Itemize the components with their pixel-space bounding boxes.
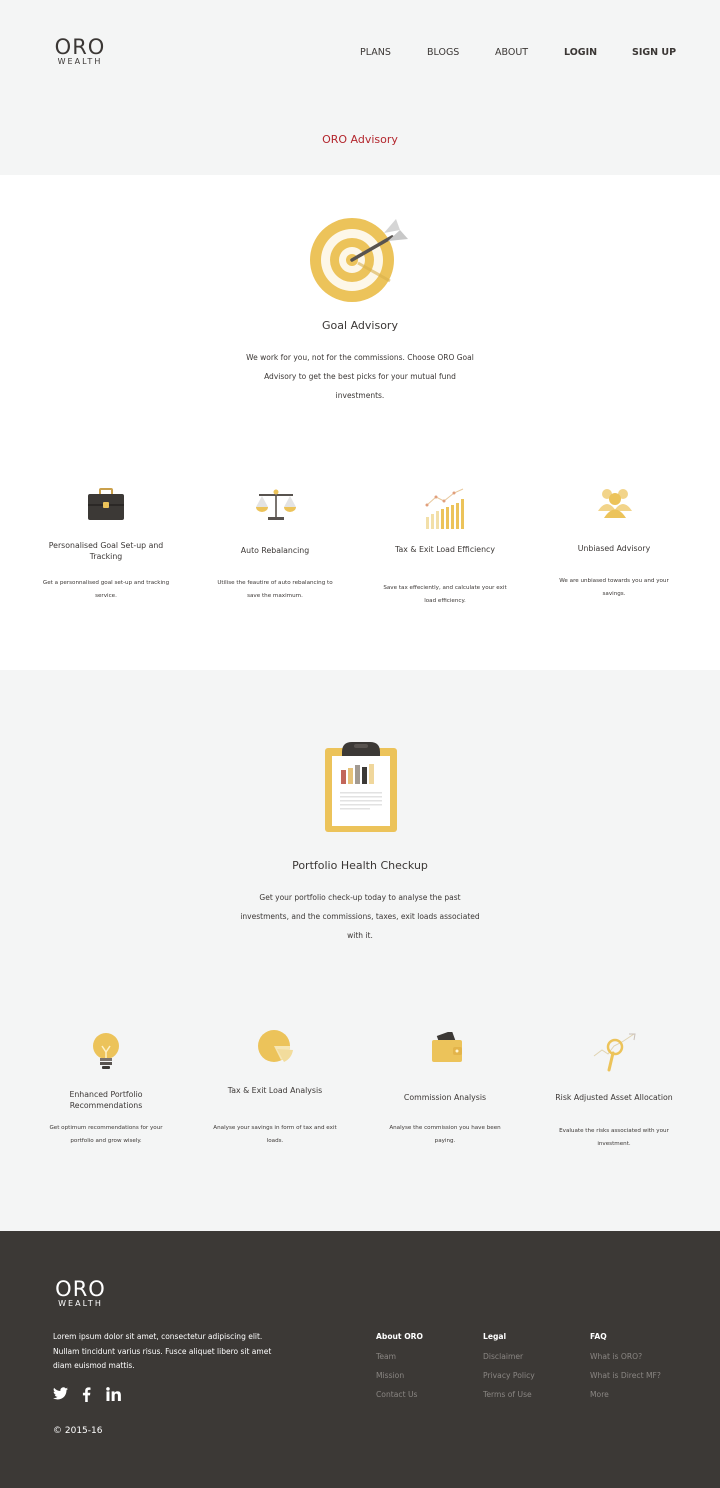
nav-plans[interactable]: PLANS bbox=[360, 47, 391, 58]
footer-logo-wordmark: ORO bbox=[55, 1277, 106, 1301]
wallet-icon bbox=[432, 1032, 462, 1062]
feature-rebalancing-title: Auto Rebalancing bbox=[240, 546, 310, 555]
logo[interactable]: ORO WEALTH bbox=[50, 35, 110, 67]
feature-tax-analysis-desc: Analyse your savings in form of tax and … bbox=[213, 1125, 337, 1144]
feature-commission-desc: Analyse the commission you have been pay… bbox=[389, 1125, 501, 1144]
footer-link-contact[interactable]: Contact Us bbox=[376, 1390, 417, 1399]
people-icon bbox=[598, 489, 632, 518]
target-icon bbox=[310, 218, 408, 302]
portfolio-description: Get your portfolio check-up today to ana… bbox=[240, 893, 480, 940]
footer-link-team[interactable]: Team bbox=[376, 1352, 396, 1361]
feature-tax-efficiency-desc: Save tax effeciently, and calculate your… bbox=[383, 585, 507, 604]
nav-login[interactable]: LOGIN bbox=[564, 47, 597, 58]
nav-signup[interactable]: SIGN UP bbox=[632, 47, 676, 58]
header: ORO WEALTH PLANS BLOGS ABOUT LOGIN SIGN … bbox=[0, 0, 720, 175]
feature-tax-analysis-title: Tax & Exit Load Analysis bbox=[227, 1086, 323, 1095]
footer-link-what-is-oro[interactable]: What is ORO? bbox=[590, 1352, 642, 1361]
lightbulb-icon bbox=[93, 1033, 119, 1069]
footer-link-more[interactable]: More bbox=[590, 1390, 609, 1399]
briefcase-icon bbox=[88, 488, 124, 520]
footer-heading-faq: FAQ bbox=[590, 1332, 607, 1341]
footer-link-terms[interactable]: Terms of Use bbox=[483, 1390, 532, 1399]
copyright: © 2015-16 bbox=[53, 1426, 103, 1436]
footer: ORO WEALTH Lorem ipsum dolor sit amet, c… bbox=[0, 1231, 720, 1488]
footer-logo[interactable]: ORO WEALTH bbox=[53, 1277, 108, 1309]
feature-recommendations-desc: Get optimum recommendations for your por… bbox=[49, 1125, 163, 1144]
feature-goal-tracking-title: Personalised Goal Set-up and Tracking bbox=[48, 541, 164, 561]
goal-advisory-description: We work for you, not for the commissions… bbox=[246, 353, 474, 400]
pie-chart-icon bbox=[258, 1030, 293, 1062]
page-title: ORO Advisory bbox=[322, 133, 398, 146]
feature-risk-allocation-title: Risk Adjusted Asset Allocation bbox=[555, 1093, 673, 1102]
footer-link-privacy[interactable]: Privacy Policy bbox=[483, 1371, 535, 1380]
feature-tax-efficiency-title: Tax & Exit Load Efficiency bbox=[395, 545, 495, 554]
feature-goal-tracking-desc: Get a personnalised goal set-up and trac… bbox=[42, 580, 170, 599]
portfolio-health-section: Portfolio Health Checkup Get your portfo… bbox=[0, 670, 720, 1231]
goal-advisory-title: Goal Advisory bbox=[322, 319, 398, 332]
footer-link-direct-mf[interactable]: What is Direct MF? bbox=[590, 1371, 661, 1380]
feature-unbiased-desc: We are unbiased towards you and your sav… bbox=[559, 578, 669, 597]
logo-subtitle: WEALTH bbox=[57, 57, 103, 66]
footer-heading-legal: Legal bbox=[483, 1332, 507, 1341]
logo-wordmark: ORO bbox=[54, 35, 106, 59]
nav-blogs[interactable]: BLOGS bbox=[427, 47, 459, 58]
facebook-icon[interactable] bbox=[82, 1387, 91, 1402]
feature-recommendations-title: Enhanced Portfolio Recommendations bbox=[69, 1090, 143, 1110]
footer-heading-about: About ORO bbox=[376, 1332, 423, 1341]
nav-about[interactable]: ABOUT bbox=[495, 47, 528, 58]
feature-rebalancing-desc: Utilise the feautire of auto rebalancing… bbox=[217, 580, 333, 599]
feature-commission-title: Commission Analysis bbox=[403, 1093, 487, 1102]
growth-chart-icon bbox=[425, 488, 464, 529]
twitter-icon[interactable] bbox=[53, 1387, 68, 1400]
feature-unbiased-title: Unbiased Advisory bbox=[577, 544, 651, 553]
portfolio-title: Portfolio Health Checkup bbox=[292, 859, 428, 872]
footer-about-text: Lorem ipsum dolor sit amet, consectetur … bbox=[53, 1332, 272, 1370]
clipboard-icon bbox=[325, 742, 397, 832]
scales-icon bbox=[256, 489, 296, 520]
footer-link-disclaimer[interactable]: Disclaimer bbox=[483, 1352, 523, 1361]
goal-advisory-section: Goal Advisory We work for you, not for t… bbox=[0, 175, 720, 670]
footer-link-mission[interactable]: Mission bbox=[376, 1371, 404, 1380]
feature-risk-allocation-desc: Evaluate the risks associated with your … bbox=[559, 1128, 669, 1147]
footer-logo-subtitle: WEALTH bbox=[58, 1299, 103, 1308]
magnifier-icon bbox=[593, 1033, 636, 1072]
linkedin-icon[interactable] bbox=[106, 1387, 121, 1401]
